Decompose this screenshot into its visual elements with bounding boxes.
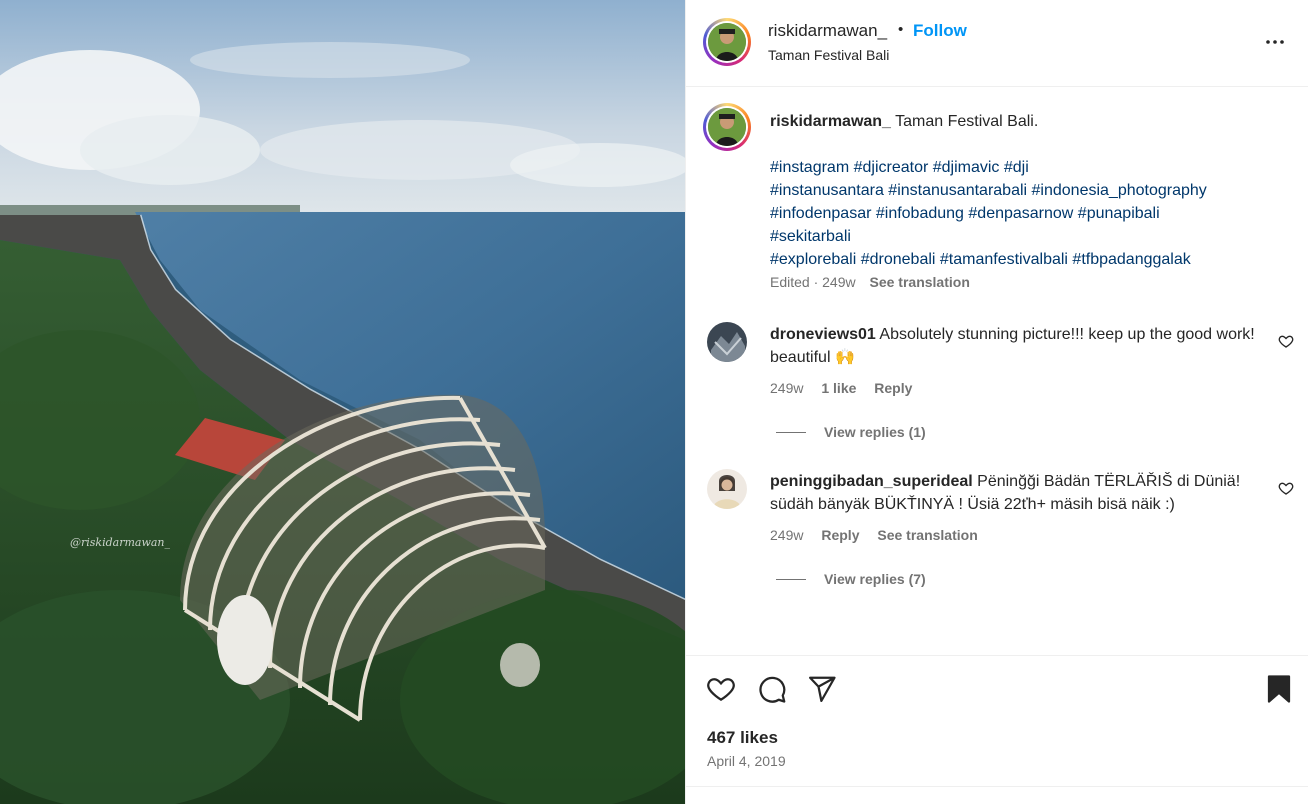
share-icon[interactable] — [807, 674, 837, 704]
follow-button[interactable]: Follow — [913, 21, 967, 41]
bookmark-icon[interactable] — [1264, 674, 1294, 704]
commenter-avatar[interactable] — [707, 322, 747, 362]
caption-edited-time: Edited · 249w — [770, 274, 856, 290]
avatar-image — [707, 322, 747, 362]
photo-watermark: @riskidarmawan_ — [70, 536, 171, 549]
commenter-username[interactable]: droneviews01 — [770, 326, 876, 343]
post-photo[interactable]: @riskidarmawan_ — [0, 0, 685, 804]
author-username[interactable]: riskidarmawan_ — [768, 21, 887, 41]
comment-meta: 249w 1 like Reply — [770, 380, 926, 396]
reply-button[interactable]: Reply — [874, 380, 912, 396]
comment-like-heart-icon[interactable] — [1278, 480, 1294, 496]
post-side-panel: riskidarmawan_ • Follow Taman Festival B… — [685, 0, 1308, 804]
comment-text: droneviews01 Absolutely stunning picture… — [770, 323, 1260, 369]
caption-meta: Edited · 249w See translation — [770, 274, 970, 290]
avatar-image — [708, 108, 746, 146]
post-date[interactable]: April 4, 2019 — [707, 753, 786, 769]
comment-meta: 249w Reply See translation — [770, 527, 992, 543]
likes-count[interactable]: 467 likes — [707, 728, 778, 748]
more-options-icon[interactable] — [1263, 30, 1287, 54]
comment-time: 249w — [770, 380, 804, 396]
comment-text: peninggibadan_superideal Pëninğği Bädän … — [770, 470, 1260, 516]
view-replies-label: View replies (1) — [824, 424, 926, 440]
comment-like-heart-icon[interactable] — [1278, 333, 1294, 349]
caption-body: Taman Festival Bali. — [895, 113, 1039, 130]
commenter-username[interactable]: peninggibadan_superideal — [770, 473, 973, 490]
comment-time: 249w — [770, 527, 804, 543]
hashtag-line[interactable]: #explorebali #dronebali #tamanfestivalba… — [770, 248, 1270, 271]
heart-icon[interactable] — [706, 674, 736, 704]
view-replies-button[interactable]: View replies (1) — [776, 424, 926, 440]
post-header: riskidarmawan_ • Follow Taman Festival B… — [686, 0, 1308, 87]
divider-line — [776, 431, 806, 433]
see-translation-button[interactable]: See translation — [870, 274, 970, 290]
author-avatar[interactable] — [703, 18, 751, 66]
separator-dot: • — [898, 21, 904, 38]
hashtag-line[interactable]: #infodenpasar #infobadung #denpasarnow #… — [770, 202, 1270, 225]
view-replies-label: View replies (7) — [824, 571, 926, 587]
see-translation-button[interactable]: See translation — [877, 527, 977, 543]
avatar-image — [707, 469, 747, 509]
divider-line — [686, 786, 1308, 787]
avatar-image — [708, 23, 746, 61]
comment-likes-count[interactable]: 1 like — [821, 380, 856, 396]
comment-icon[interactable] — [757, 674, 787, 704]
hashtag-line[interactable]: #instagram #djicreator #djimavic #dji — [770, 156, 1270, 179]
hashtag-line[interactable]: #instanusantara #instanusantarabali #ind… — [770, 179, 1270, 202]
caption-author-avatar[interactable] — [703, 103, 751, 151]
view-replies-button[interactable]: View replies (7) — [776, 571, 926, 587]
post-location[interactable]: Taman Festival Bali — [768, 47, 889, 63]
reply-button[interactable]: Reply — [821, 527, 859, 543]
hashtag-line[interactable]: #sekitarbali — [770, 225, 1270, 248]
caption-text: riskidarmawan_ Taman Festival Bali. #ins… — [770, 110, 1270, 271]
divider-line — [776, 578, 806, 580]
aerial-photo-image — [0, 0, 685, 804]
commenter-avatar[interactable] — [707, 469, 747, 509]
caption-username[interactable]: riskidarmawan_ — [770, 113, 891, 130]
post-actions-bar: 467 likes April 4, 2019 — [686, 655, 1308, 804]
